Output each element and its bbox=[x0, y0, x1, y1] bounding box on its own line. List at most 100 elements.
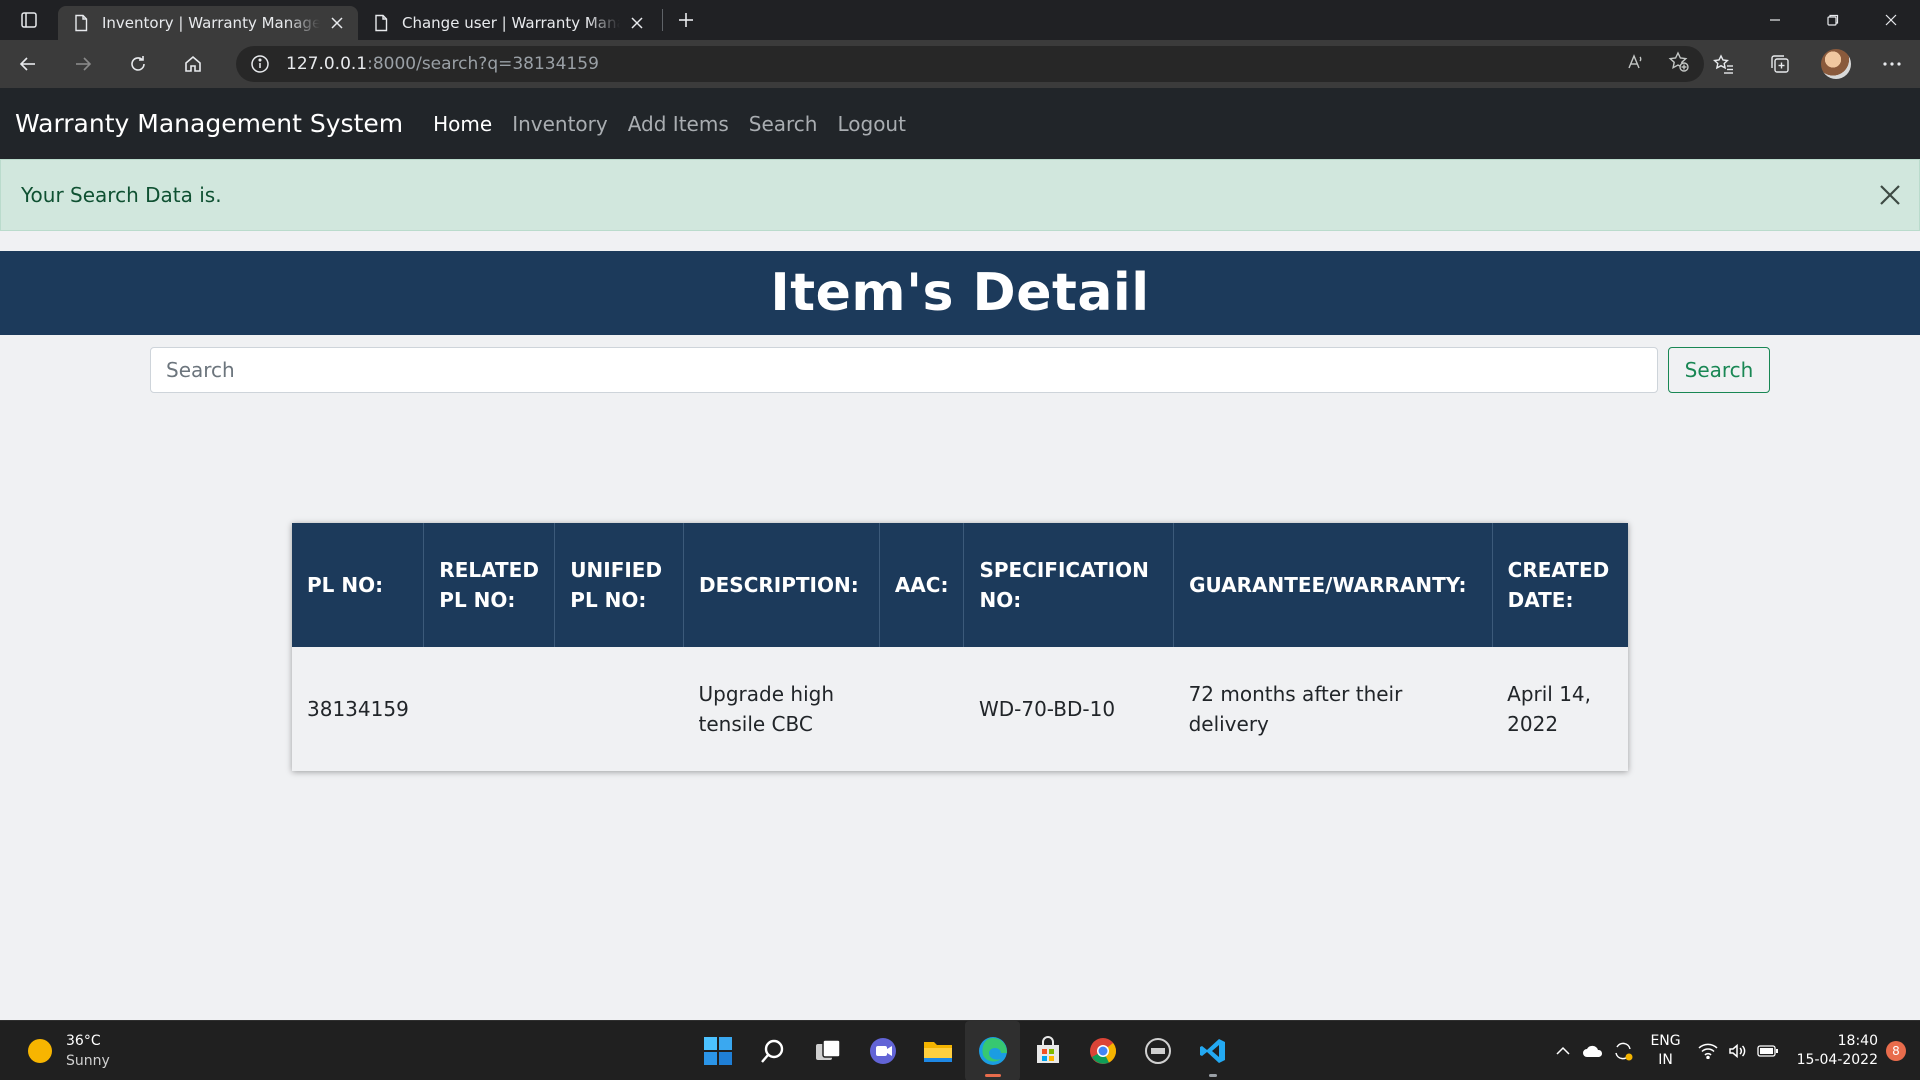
page-title: Item's Detail bbox=[770, 263, 1150, 323]
cell-created-date: April 14, 2022 bbox=[1507, 682, 1592, 736]
close-alert-icon[interactable] bbox=[1877, 182, 1903, 208]
url-text: 127.0.0.1:8000/search?q=38134159 bbox=[286, 54, 599, 74]
weather-condition: Sunny bbox=[66, 1053, 110, 1069]
window-controls bbox=[1746, 0, 1920, 40]
page-header-banner: Item's Detail bbox=[0, 251, 1920, 335]
avatar bbox=[1821, 49, 1851, 79]
navbar-brand[interactable]: Warranty Management System bbox=[15, 109, 403, 138]
language-indicator[interactable]: ENG IN bbox=[1650, 1032, 1680, 1070]
cell-unified-pl-no bbox=[555, 647, 684, 771]
column-header-pl-no: PL NO: bbox=[292, 523, 424, 647]
weather-text: 36°C Sunny bbox=[66, 1031, 110, 1071]
search-icon[interactable] bbox=[745, 1021, 800, 1080]
collections-icon[interactable] bbox=[1752, 40, 1808, 88]
address-bar[interactable]: 127.0.0.1:8000/search?q=38134159 bbox=[236, 46, 1704, 82]
page-viewport: Warranty Management System Home Inventor… bbox=[0, 88, 1920, 1020]
edge-icon[interactable] bbox=[965, 1021, 1020, 1080]
search-input[interactable] bbox=[150, 347, 1658, 393]
close-tab-icon[interactable] bbox=[328, 14, 346, 32]
column-header-unified-pl-no: UNIFIED PL NO: bbox=[554, 523, 684, 647]
cell-description: Upgrade high tensile CBC bbox=[698, 682, 834, 736]
nav-link-add-items[interactable]: Add Items bbox=[628, 112, 729, 136]
chrome-icon[interactable] bbox=[1075, 1021, 1130, 1080]
clock-time: 18:40 bbox=[1837, 1033, 1878, 1049]
close-tab-icon[interactable] bbox=[628, 14, 646, 32]
file-explorer-icon[interactable] bbox=[910, 1021, 965, 1080]
favorites-icon[interactable] bbox=[1696, 40, 1752, 88]
profile-avatar[interactable] bbox=[1808, 40, 1864, 88]
site-info-icon[interactable] bbox=[250, 54, 270, 74]
item-detail-table: PL NO: RELATED PL NO: UNIFIED PL NO: DES… bbox=[292, 523, 1628, 771]
cell-related-pl-no bbox=[424, 647, 555, 771]
column-header-specification-no: SPECIFICATION NO: bbox=[963, 523, 1174, 647]
home-icon[interactable] bbox=[165, 40, 220, 88]
language-code: ENG bbox=[1650, 1033, 1681, 1049]
url-host: 127.0.0.1 bbox=[286, 54, 368, 74]
dell-icon[interactable] bbox=[1130, 1021, 1185, 1080]
url-path: :8000/search?q=38134159 bbox=[367, 54, 599, 74]
nav-link-logout[interactable]: Logout bbox=[837, 112, 905, 136]
clock-date: 15-04-2022 bbox=[1796, 1052, 1878, 1068]
volume-icon[interactable] bbox=[1723, 1021, 1753, 1080]
success-alert: Your Search Data is. bbox=[0, 159, 1920, 231]
wifi-icon[interactable] bbox=[1693, 1021, 1723, 1080]
nav-link-inventory[interactable]: Inventory bbox=[512, 112, 608, 136]
minimize-icon[interactable] bbox=[1746, 0, 1804, 40]
system-clock[interactable]: 18:40 15-04-2022 bbox=[1797, 1032, 1878, 1070]
read-aloud-icon[interactable] bbox=[1626, 52, 1646, 76]
windows-taskbar: 36°C Sunny ENG IN 18:40 15-04-2022 8 bbox=[0, 1020, 1920, 1080]
table-header-row: PL NO: RELATED PL NO: UNIFIED PL NO: DES… bbox=[292, 523, 1628, 647]
tab-actions-icon[interactable] bbox=[0, 0, 58, 40]
region-code: IN bbox=[1658, 1052, 1673, 1068]
vscode-icon[interactable] bbox=[1185, 1021, 1240, 1080]
search-form: Search bbox=[150, 347, 1770, 393]
cell-specification-no: WD-70-BD-10 bbox=[978, 697, 1116, 721]
browser-tab-bar: Inventory | Warranty Management System C… bbox=[0, 0, 1920, 40]
add-favorite-icon[interactable] bbox=[1668, 51, 1690, 77]
column-header-related-pl-no: RELATED PL NO: bbox=[423, 523, 555, 647]
column-header-description: DESCRIPTION: bbox=[683, 523, 880, 647]
nav-link-home[interactable]: Home bbox=[433, 112, 492, 136]
onedrive-icon[interactable] bbox=[1578, 1021, 1608, 1080]
system-tray: ENG IN 18:40 15-04-2022 8 bbox=[1548, 1021, 1920, 1080]
new-tab-icon[interactable] bbox=[667, 3, 705, 37]
store-icon[interactable] bbox=[1020, 1021, 1075, 1080]
sync-icon[interactable] bbox=[1608, 1021, 1638, 1080]
tab-separator bbox=[662, 9, 663, 31]
browser-toolbar: 127.0.0.1:8000/search?q=38134159 bbox=[0, 40, 1920, 88]
forward-icon[interactable] bbox=[55, 40, 110, 88]
close-window-icon[interactable] bbox=[1862, 0, 1920, 40]
tab-title: Inventory | Warranty Management System bbox=[102, 14, 320, 32]
nav-link-search[interactable]: Search bbox=[749, 112, 818, 136]
weather-widget[interactable]: 36°C Sunny bbox=[28, 1031, 110, 1071]
active-indicator bbox=[984, 1074, 1001, 1077]
chevron-up-icon[interactable] bbox=[1548, 1021, 1578, 1080]
running-indicator bbox=[1208, 1074, 1217, 1077]
search-button[interactable]: Search bbox=[1668, 347, 1770, 393]
column-header-guarantee-warranty: GUARANTEE/WARRANTY: bbox=[1173, 523, 1493, 647]
taskbar-apps bbox=[690, 1021, 1240, 1080]
page-icon bbox=[75, 14, 88, 32]
notification-badge[interactable]: 8 bbox=[1886, 1041, 1906, 1061]
cell-guarantee-warranty: 72 months after their delivery bbox=[1188, 682, 1403, 736]
cell-pl-no: 38134159 bbox=[307, 697, 409, 721]
cell-aac bbox=[879, 647, 964, 771]
page-icon bbox=[375, 14, 388, 32]
item-detail-table-card: PL NO: RELATED PL NO: UNIFIED PL NO: DES… bbox=[292, 523, 1628, 771]
toolbar-right bbox=[1696, 40, 1920, 88]
site-navbar: Warranty Management System Home Inventor… bbox=[0, 88, 1920, 159]
table-row: 38134159 Upgrade high tensile CBC WD-70-… bbox=[292, 647, 1628, 771]
task-view-icon[interactable] bbox=[800, 1021, 855, 1080]
teams-chat-icon[interactable] bbox=[855, 1021, 910, 1080]
start-icon[interactable] bbox=[690, 1021, 745, 1080]
back-icon[interactable] bbox=[0, 40, 55, 88]
refresh-icon[interactable] bbox=[110, 40, 165, 88]
alert-message: Your Search Data is. bbox=[21, 183, 222, 207]
browser-tab-change-user[interactable]: Change user | Warranty Management System bbox=[358, 6, 658, 40]
more-options-icon[interactable] bbox=[1864, 40, 1920, 88]
restore-icon[interactable] bbox=[1804, 0, 1862, 40]
battery-icon[interactable] bbox=[1753, 1021, 1783, 1080]
tab-title: Change user | Warranty Management System bbox=[402, 14, 620, 32]
address-bar-actions bbox=[1626, 46, 1690, 82]
browser-tab-inventory[interactable]: Inventory | Warranty Management System bbox=[58, 6, 358, 40]
